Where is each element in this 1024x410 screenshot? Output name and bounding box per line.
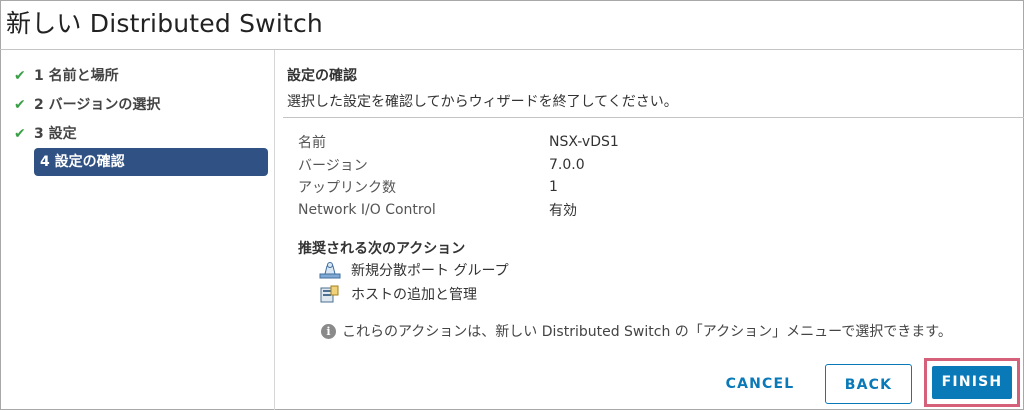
action-new-portgroup[interactable]: 新規分散ポート グループ	[319, 260, 509, 280]
check-icon: ✔	[14, 125, 26, 142]
summary-value: 1	[549, 179, 558, 196]
summary-row: Network I/O Control 有効	[298, 199, 619, 222]
summary-value: NSX-vDS1	[549, 134, 619, 151]
info-note-text: これらのアクションは、新しい Distributed Switch の「アクショ…	[342, 324, 952, 340]
summary-row: アップリンク数 1	[298, 176, 619, 199]
check-icon: ✔	[14, 96, 26, 113]
dialog-title: 新しい Distributed Switch	[6, 9, 323, 38]
action-label: ホストの追加と管理	[351, 287, 477, 303]
section-description: 選択した設定を確認してからウィザードを終了してください。	[287, 94, 678, 110]
summary-key: バージョン	[298, 157, 368, 174]
portgroup-icon	[319, 261, 341, 279]
host-icon	[319, 285, 341, 303]
wizard-steps: ✔ 1 名前と場所 ✔ 2 バージョンの選択 ✔ 3 設定 4 設定の確認	[14, 61, 268, 176]
summary-key: Network I/O Control	[298, 201, 436, 218]
summary-row: バージョン 7.0.0	[298, 154, 619, 177]
summary-value: 7.0.0	[549, 156, 585, 173]
title-divider	[0, 49, 1024, 50]
step-label: 3 設定	[34, 125, 77, 142]
action-label: 新規分散ポート グループ	[351, 263, 509, 279]
section-title: 設定の確認	[287, 68, 357, 84]
summary-row: 名前 NSX-vDS1	[298, 131, 619, 154]
summary-key: 名前	[298, 135, 326, 152]
finish-highlight: FINISH	[924, 358, 1020, 407]
next-actions-heading: 推奨される次のアクション	[298, 241, 466, 257]
step-label: 1 名前と場所	[34, 67, 119, 84]
step-label: 4 設定の確認	[40, 154, 125, 170]
check-icon: ✔	[14, 67, 26, 84]
step-name-location[interactable]: ✔ 1 名前と場所	[14, 61, 264, 90]
step-settings[interactable]: ✔ 3 設定	[14, 119, 264, 148]
step-label: 2 バージョンの選択	[34, 96, 161, 113]
action-add-manage-hosts[interactable]: ホストの追加と管理	[319, 284, 477, 304]
column-divider	[274, 50, 275, 410]
info-note: i これらのアクションは、新しい Distributed Switch の「アク…	[321, 321, 952, 341]
finish-button[interactable]: FINISH	[932, 366, 1012, 399]
cancel-button[interactable]: CANCEL	[714, 364, 806, 404]
back-button[interactable]: BACK	[825, 364, 912, 404]
step-version[interactable]: ✔ 2 バージョンの選択	[14, 90, 264, 119]
section-divider	[283, 117, 1024, 118]
info-icon: i	[321, 323, 336, 339]
summary-value: 有効	[549, 202, 577, 219]
summary-table: 名前 NSX-vDS1 バージョン 7.0.0 アップリンク数 1 Networ…	[298, 131, 619, 221]
step-review[interactable]: 4 設定の確認	[34, 148, 268, 176]
summary-key: アップリンク数	[298, 180, 396, 197]
